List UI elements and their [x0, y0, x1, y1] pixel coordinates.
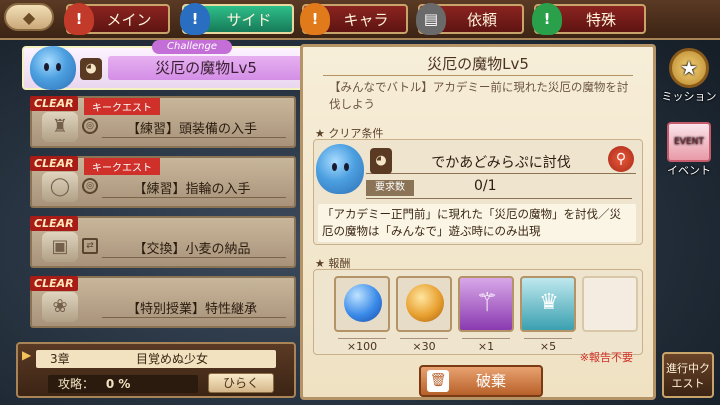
back-menu-button[interactable]: ◆	[4, 3, 54, 31]
exchange-icon: ⇄	[82, 238, 98, 254]
key-quest-badge: キークエスト	[84, 98, 160, 115]
list-item[interactable]: CLEAR キークエスト ♜ ◎ 【練習】頭装備の入手	[30, 96, 296, 148]
practice-icon: ◎	[82, 118, 98, 134]
required-count-value: 0/1	[474, 178, 497, 194]
tab-side-label: サイド	[226, 10, 272, 29]
wheat-sack-icon: ▣	[42, 232, 78, 262]
ring-icon: ◯	[42, 172, 78, 202]
quest-name: 【交換】小麦の納品	[133, 242, 251, 257]
staff-icon: ⚚	[475, 288, 499, 318]
clear-badge: CLEAR	[30, 156, 78, 171]
detail-title: 災厄の魔物Lv5	[427, 55, 529, 73]
progress-value: 0 %	[105, 377, 131, 391]
chapter-bar: 3章 目覚めぬ少女	[36, 350, 276, 368]
reward-item[interactable]: ⚚ ×1	[458, 276, 514, 353]
in-progress-quest-button[interactable]: 進行中クエスト	[662, 352, 714, 398]
clear-condition-box: でかあどみらぷに討伐 ◕ ⚲ 要求数 0/1 「アカデミー正門前」に現れた「災厄…	[313, 139, 643, 245]
tab-chara[interactable]: ! キャラ	[300, 3, 408, 35]
tab-request[interactable]: ▤ 依頼	[416, 3, 524, 35]
tab-main-label: メイン	[106, 10, 152, 29]
gold-coin-icon	[406, 284, 444, 322]
reward-item[interactable]: ×30	[396, 276, 452, 353]
tab-side[interactable]: ! サイド	[180, 3, 294, 35]
mission-button[interactable]: ★ ミッション	[661, 48, 717, 104]
detail-description: 【みんなでバトル】アカデミー前に現れた災厄の魔物を討伐しよう	[329, 80, 629, 111]
key-quest-badge: キークエスト	[84, 158, 160, 175]
featured-quest-name: 災厄の魔物Lv5	[108, 56, 304, 80]
slime-monster-icon	[316, 144, 364, 194]
tab-chara-label: キャラ	[343, 10, 389, 29]
quest-name: 【練習】指輪の入手	[133, 182, 251, 197]
chapter-panel: ▶ 3章 目覚めぬ少女 攻略： 0 % ひらく	[16, 342, 296, 398]
featured-quest[interactable]: Challenge ◕ 災厄の魔物Lv5 ▸	[22, 40, 320, 90]
quest-detail-panel: 災厄の魔物Lv5 【みんなでバトル】アカデミー前に現れた災厄の魔物を討伐しよう …	[300, 44, 656, 400]
chapter-flag-icon: ▶	[22, 348, 32, 362]
progress-label: 攻略：	[58, 377, 95, 391]
event-card-icon: EVENT	[667, 122, 711, 162]
quest-list: Challenge ◕ 災厄の魔物Lv5 ▸ CLEAR キークエスト ♜ ◎ …	[18, 40, 320, 339]
reward-box: ×100 ×30 ⚚ ×1 ♛ ×5	[313, 269, 643, 355]
required-count-label: 要求数	[366, 180, 414, 196]
tab-special[interactable]: ! 特殊	[532, 3, 646, 35]
trash-icon: 🗑	[427, 370, 449, 392]
clear-badge: CLEAR	[30, 276, 78, 291]
crown-card-icon: ♛	[539, 290, 559, 315]
event-label: イベント	[667, 164, 711, 177]
clear-badge: CLEAR	[30, 96, 78, 111]
target-text: でかあどみらぷに討伐	[366, 152, 636, 174]
challenge-tag: Challenge	[152, 40, 232, 54]
no-report-note: ※報告不要	[579, 351, 633, 364]
clear-badge: CLEAR	[30, 216, 78, 231]
slime-monster-icon	[30, 46, 76, 90]
diamond-menu-icon: ◆	[22, 7, 36, 27]
quest-name: 【特別授業】特性継承	[126, 302, 257, 317]
tab-request-label: 依頼	[466, 10, 497, 29]
tab-main[interactable]: ! メイン	[64, 3, 170, 35]
progress-display: 攻略： 0 %	[48, 375, 198, 393]
practice-icon: ◎	[82, 178, 98, 194]
creature-icon: ❀	[42, 292, 78, 322]
list-item[interactable]: CLEAR ▣ ⇄ 【交換】小麦の納品	[30, 216, 296, 268]
star-medal-icon: ★	[669, 48, 709, 88]
quest-name: 【練習】頭装備の入手	[126, 122, 257, 137]
reward-item[interactable]: ×100	[334, 276, 390, 353]
open-button[interactable]: ひらく	[208, 373, 274, 393]
condition-note: 「アカデミー正門前」に現れた「災厄の魔物」を討伐／災厄の魔物は「みんなで」遊ぶ時…	[318, 204, 636, 242]
top-tab-bar: ◆ ! メイン ! サイド ! キャラ ▤ 依頼 ! 特殊	[0, 0, 720, 40]
empty-reward-slot	[582, 276, 638, 332]
blue-orb-icon	[344, 284, 382, 322]
list-item[interactable]: CLEAR キークエスト ◯ ◎ 【練習】指輪の入手	[30, 156, 296, 208]
list-item[interactable]: CLEAR ❀ 【特別授業】特性継承	[30, 276, 296, 328]
destroy-button[interactable]: 🗑 破棄	[419, 365, 543, 397]
helmet-icon: ♜	[42, 112, 78, 142]
search-icon[interactable]: ⚲	[608, 146, 634, 172]
cat-face-icon: ◕	[80, 58, 102, 80]
event-button[interactable]: EVENT イベント	[661, 122, 717, 178]
destroy-label: 破棄	[475, 372, 506, 390]
mission-label: ミッション	[661, 90, 717, 103]
chapter-number: 3章	[50, 352, 70, 366]
tab-special-label: 特殊	[585, 10, 616, 29]
cat-face-icon: ◕	[370, 148, 392, 174]
reward-item[interactable]: ♛ ×5	[520, 276, 576, 353]
chapter-title: 目覚めぬ少女	[136, 352, 209, 366]
